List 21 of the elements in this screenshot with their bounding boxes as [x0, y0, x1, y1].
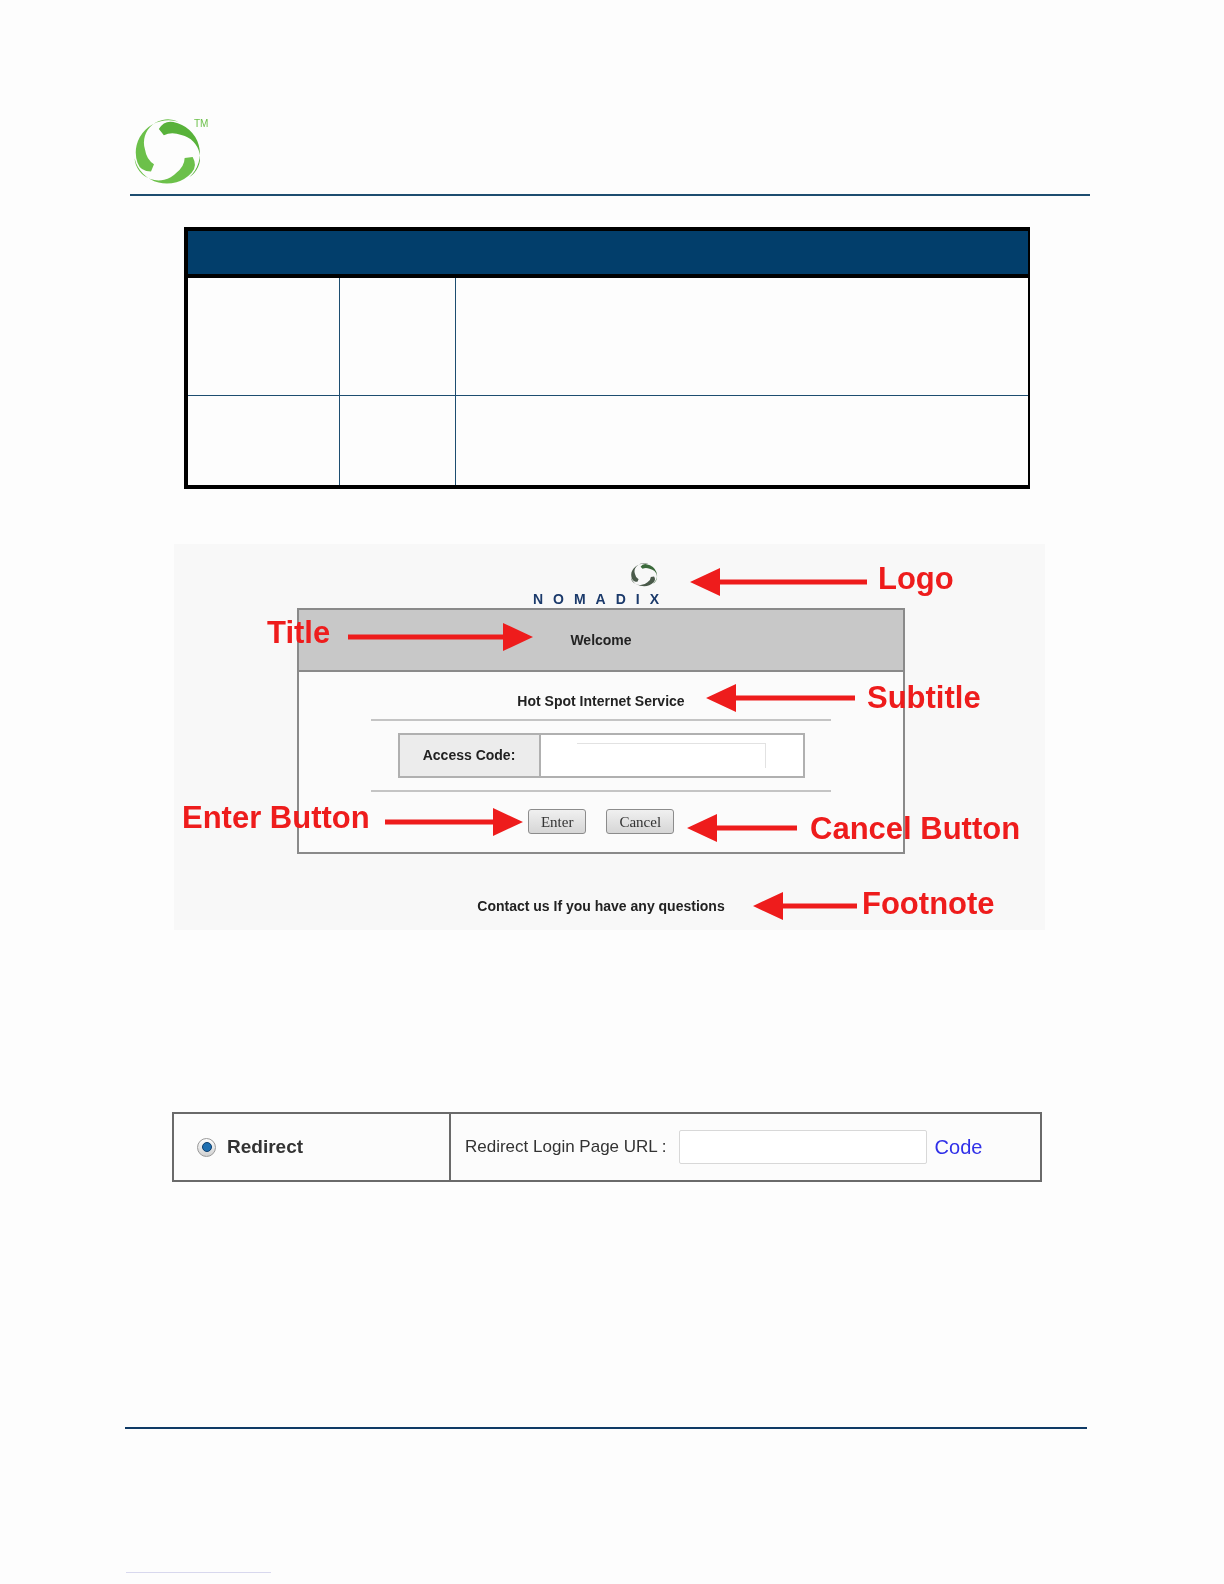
callout-label: Title [267, 617, 331, 648]
callout-label: Cancel Button [810, 813, 1021, 844]
callout-label: Enter Button [182, 802, 370, 833]
access-code-label: Access Code: [399, 735, 541, 776]
callout-label: Subtitle [867, 682, 981, 713]
code-link[interactable]: Code [934, 1132, 983, 1162]
brand-wordmark: NOMADIX [532, 591, 670, 607]
radio-button[interactable] [197, 1137, 216, 1157]
radio-label: Redirect [227, 1134, 304, 1159]
footnote-text: Contact us If you have any questions [477, 898, 725, 914]
enter-button[interactable]: Enter [527, 809, 587, 834]
trademark-mark: TM [194, 118, 209, 130]
brand-logo-icon [629, 562, 660, 588]
cancel-button[interactable]: Cancel [606, 809, 675, 834]
url-field[interactable] [678, 1130, 927, 1164]
access-code-field[interactable] [540, 735, 803, 776]
page-subtitle: Hot Spot Internet Service [517, 692, 685, 710]
url-label: Redirect Login Page URL : [465, 1136, 667, 1159]
page-title: Welcome [570, 630, 632, 650]
callout-label: Footnote [862, 888, 995, 919]
callout-label: Logo [878, 563, 954, 594]
